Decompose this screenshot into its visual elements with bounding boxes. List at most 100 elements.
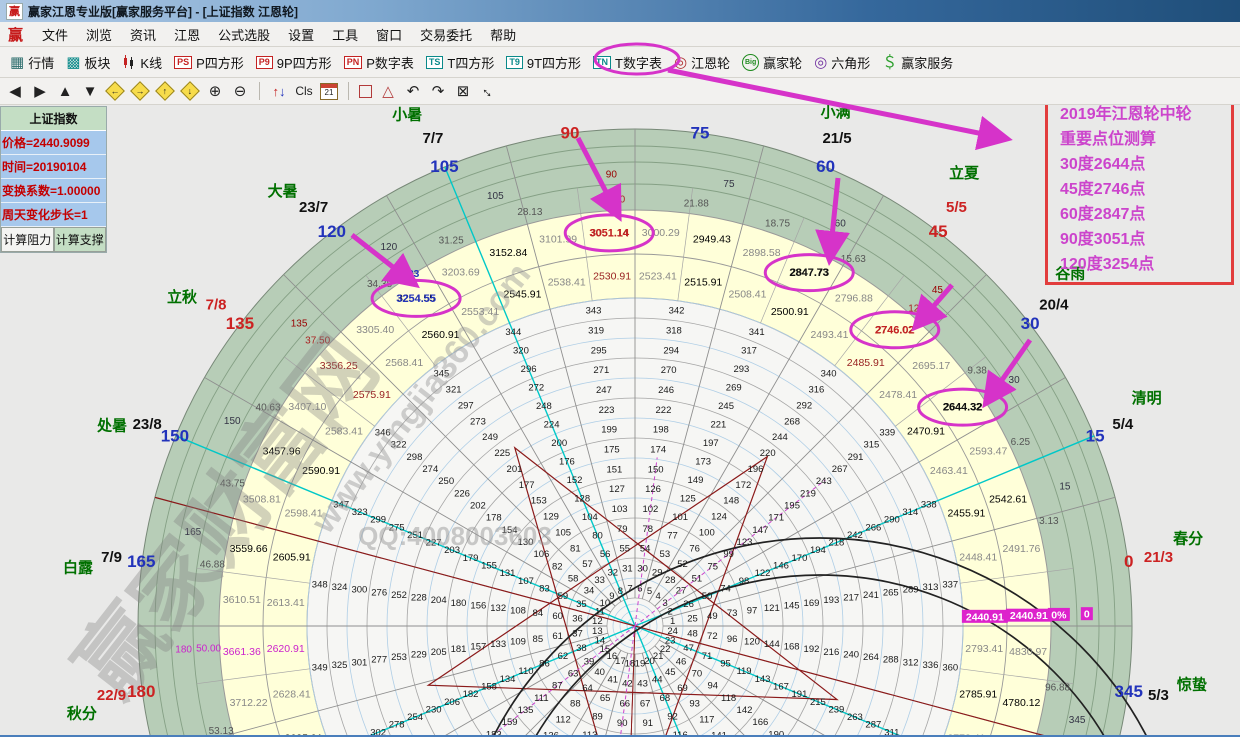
- menu-item-设置[interactable]: 设置: [279, 23, 323, 46]
- toolbar-item-行情[interactable]: ▦行情: [6, 51, 58, 74]
- svg-text:243: 243: [816, 476, 832, 487]
- svg-text:293: 293: [733, 364, 749, 375]
- toolbar-item-P数字表[interactable]: PNP数字表: [340, 51, 418, 74]
- svg-text:45: 45: [929, 222, 948, 241]
- triangle-draw-icon[interactable]: △: [379, 82, 397, 100]
- updown-marker-icon[interactable]: ↑↓: [270, 82, 288, 100]
- svg-text:241: 241: [863, 590, 879, 601]
- svg-text:67: 67: [640, 698, 651, 709]
- up-arrow-icon[interactable]: ▲: [56, 82, 74, 100]
- svg-text:197: 197: [703, 438, 719, 449]
- svg-text:149: 149: [688, 475, 704, 486]
- svg-text:167: 167: [773, 681, 789, 692]
- svg-text:42: 42: [622, 679, 633, 690]
- svg-text:0: 0: [1124, 552, 1133, 571]
- svg-text:31: 31: [622, 563, 633, 574]
- fit-resize-icon[interactable]: ↔: [479, 82, 497, 100]
- pan-down-icon[interactable]: ↓: [180, 81, 200, 101]
- svg-text:23: 23: [665, 636, 676, 647]
- svg-text:2491.76: 2491.76: [1002, 543, 1040, 555]
- svg-text:26: 26: [683, 599, 694, 610]
- svg-text:98: 98: [739, 576, 750, 587]
- toolbar-item-六角形[interactable]: ◎六角形: [810, 51, 874, 74]
- menu-item-资讯[interactable]: 资讯: [121, 23, 165, 46]
- svg-text:76: 76: [689, 543, 700, 554]
- menu-item-浏览[interactable]: 浏览: [77, 23, 121, 46]
- svg-text:53: 53: [660, 549, 671, 560]
- toolbar-item-9T四方形[interactable]: T99T四方形: [502, 51, 585, 74]
- rotate-cw-icon[interactable]: ↷: [429, 82, 447, 100]
- svg-text:271: 271: [593, 365, 609, 376]
- toolbar-item-P四方形[interactable]: PSP四方形: [170, 51, 248, 74]
- svg-text:春分: 春分: [1173, 529, 1203, 547]
- toolbar-item-赢家服务[interactable]: ＄赢家服务: [878, 51, 957, 74]
- delete-box-icon[interactable]: ⊠: [454, 82, 472, 100]
- svg-text:2455.91: 2455.91: [947, 507, 985, 519]
- zoom-in-icon[interactable]: ⊕: [206, 82, 224, 100]
- forward-arrow-icon[interactable]: ▶: [31, 82, 49, 100]
- tn-table-icon: TN: [593, 56, 611, 69]
- service-icon: ＄: [882, 55, 897, 70]
- toolbar-item-江恩轮[interactable]: ◎江恩轮: [670, 51, 734, 74]
- toolbar-item-T数字表[interactable]: TNT数字表: [589, 51, 666, 74]
- pan-right-icon[interactable]: →: [130, 81, 150, 101]
- svg-text:132: 132: [490, 603, 506, 614]
- menu-item-交易委托[interactable]: 交易委托: [411, 23, 481, 46]
- calc-resistance-button[interactable]: 计算阻力: [1, 227, 54, 252]
- pan-left-icon[interactable]: ←: [105, 81, 125, 101]
- svg-text:0: 0: [1084, 609, 1090, 621]
- svg-text:296: 296: [521, 364, 537, 375]
- svg-text:2478.41: 2478.41: [879, 389, 917, 401]
- svg-text:146: 146: [773, 561, 789, 572]
- svg-text:79: 79: [617, 524, 628, 535]
- svg-text:25: 25: [687, 613, 698, 624]
- svg-text:2628.41: 2628.41: [273, 688, 311, 700]
- toolbar-item-T四方形[interactable]: TST四方形: [422, 51, 498, 74]
- svg-text:3610.51: 3610.51: [223, 594, 261, 606]
- svg-text:2448.41: 2448.41: [959, 552, 997, 564]
- svg-text:230: 230: [426, 704, 442, 715]
- square-draw-icon[interactable]: [359, 85, 372, 98]
- toolbar-item-9P四方形[interactable]: P99P四方形: [252, 51, 336, 74]
- toolbar-item-板块[interactable]: ▩板块: [62, 51, 114, 74]
- svg-text:242: 242: [847, 530, 863, 541]
- svg-text:165: 165: [127, 552, 155, 571]
- annotation-line: 重要点位测算: [1060, 127, 1227, 152]
- svg-text:22/9: 22/9: [97, 687, 126, 704]
- svg-text:224: 224: [544, 420, 560, 431]
- svg-text:159: 159: [502, 717, 518, 728]
- zoom-out-icon[interactable]: ⊖: [231, 82, 249, 100]
- gann-wheel-chart[interactable]: 1234567891011121314151617181920212223242…: [0, 105, 1240, 737]
- back-arrow-icon[interactable]: ◀: [6, 82, 24, 100]
- svg-text:41: 41: [608, 675, 619, 686]
- svg-text:2523.41: 2523.41: [639, 271, 677, 283]
- down-arrow-icon[interactable]: ▼: [81, 82, 99, 100]
- svg-text:小暑: 小暑: [392, 105, 422, 123]
- svg-text:2644.32: 2644.32: [943, 402, 983, 414]
- svg-text:91: 91: [643, 718, 654, 729]
- svg-text:112: 112: [556, 715, 571, 726]
- svg-text:92: 92: [667, 712, 678, 723]
- svg-text:90: 90: [561, 123, 580, 142]
- svg-text:56: 56: [600, 549, 611, 560]
- menu-item-江恩[interactable]: 江恩: [165, 23, 209, 46]
- menu-item-窗口[interactable]: 窗口: [367, 23, 411, 46]
- menu-item-文件[interactable]: 文件: [33, 23, 77, 46]
- svg-text:117: 117: [699, 715, 714, 726]
- svg-text:惊蛰: 惊蛰: [1177, 676, 1207, 694]
- menu-item-帮助[interactable]: 帮助: [481, 23, 525, 46]
- svg-text:313: 313: [923, 582, 939, 593]
- pan-up-icon[interactable]: ↑: [155, 81, 175, 101]
- toolbar-item-赢家轮[interactable]: Big赢家轮: [738, 51, 806, 74]
- svg-text:8: 8: [618, 586, 623, 597]
- pn-table-icon: PN: [344, 56, 363, 69]
- menu-item-公式选股[interactable]: 公式选股: [209, 23, 279, 46]
- rotate-ccw-icon[interactable]: ↶: [404, 82, 422, 100]
- menu-item-工具[interactable]: 工具: [323, 23, 367, 46]
- calc-support-button[interactable]: 计算支撑: [54, 227, 107, 252]
- cls-button[interactable]: Cls: [295, 82, 313, 100]
- svg-text:2515.91: 2515.91: [684, 277, 722, 289]
- calendar-icon[interactable]: 21: [320, 83, 338, 100]
- toolbar-item-K线[interactable]: K线: [118, 51, 166, 74]
- ts-square-icon: TS: [426, 56, 444, 69]
